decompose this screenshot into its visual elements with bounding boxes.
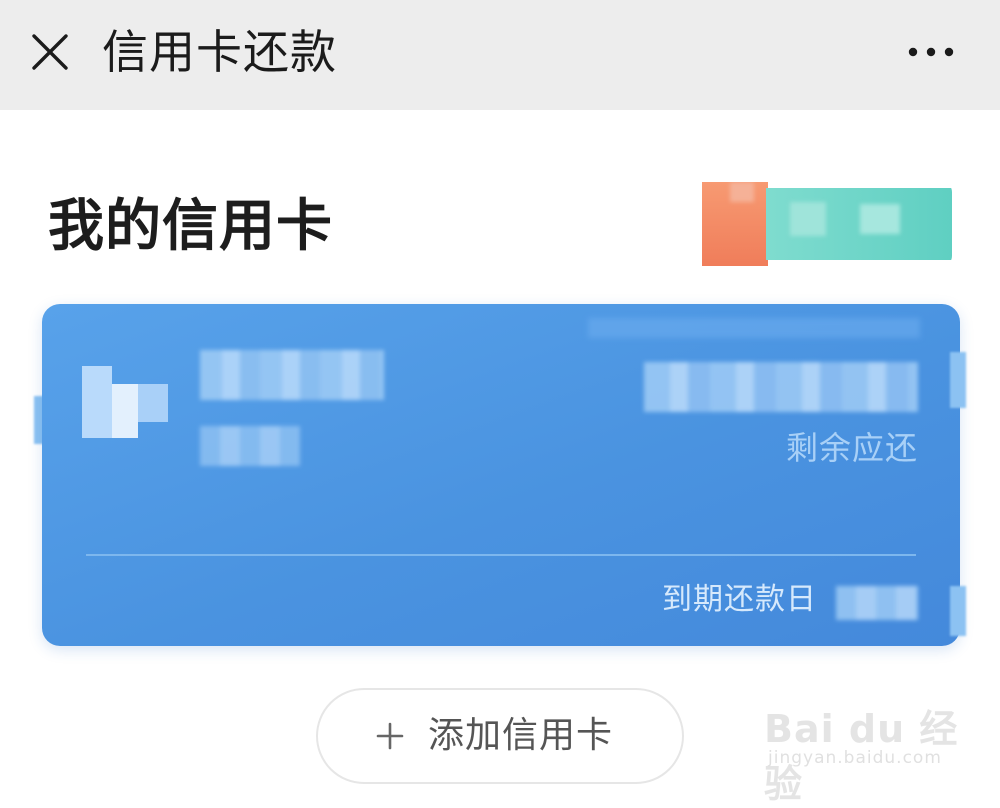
- due-date-label: 到期还款日: [662, 582, 817, 617]
- card-divider: [86, 554, 916, 556]
- remaining-amount-masked: [644, 362, 918, 412]
- promo-pixel: [790, 202, 826, 236]
- promo-pixel: [860, 204, 900, 234]
- add-credit-card-button[interactable]: 添加信用卡: [316, 688, 684, 784]
- credit-card[interactable]: 剩余应还 到期还款日: [42, 304, 960, 646]
- bank-logo-icon: [82, 362, 168, 438]
- nav-bar: 信用卡还款: [0, 0, 1000, 110]
- close-icon[interactable]: [30, 32, 70, 72]
- section-title: 我的信用卡: [48, 194, 333, 259]
- due-date-masked: [836, 586, 918, 620]
- card-number-masked: [200, 426, 300, 466]
- more-horizontal-icon[interactable]: [906, 40, 956, 64]
- due-date-blur: [588, 318, 920, 338]
- card-edge-right: [950, 586, 966, 636]
- bank-name-masked: [200, 350, 384, 400]
- promo-pixel: [730, 182, 754, 202]
- page-title: 信用卡还款: [102, 25, 337, 79]
- baidu-watermark: Bai du 经验 jingyan.baidu.com: [764, 684, 964, 806]
- remaining-label: 剩余应还: [785, 429, 918, 467]
- card-edge-right: [950, 352, 966, 408]
- add-credit-card-label: 添加信用卡: [428, 715, 614, 756]
- promo-badge[interactable]: [690, 182, 952, 266]
- watermark-url: jingyan.baidu.com: [768, 748, 942, 768]
- plus-icon: [376, 722, 404, 750]
